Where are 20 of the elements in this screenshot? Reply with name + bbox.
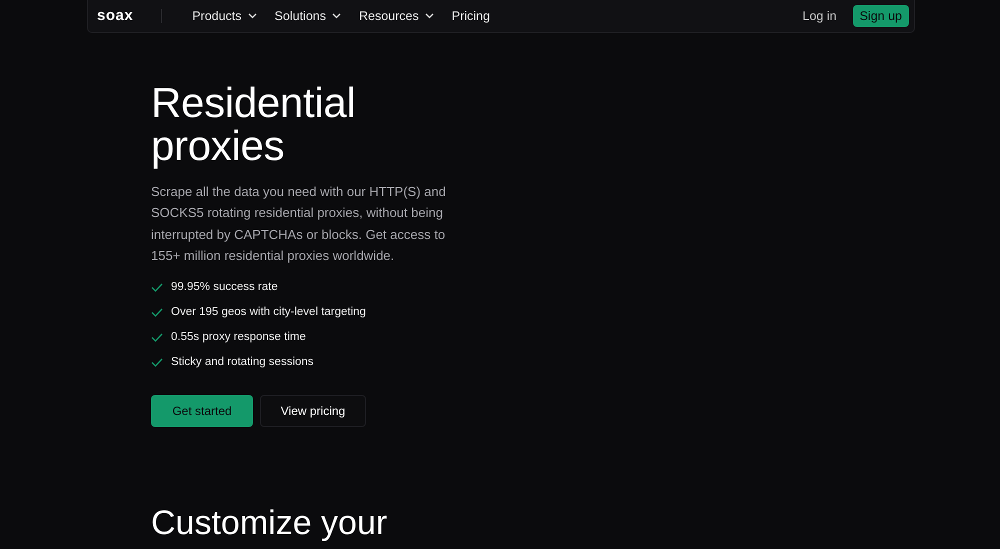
signup-button[interactable]: Sign up — [852, 5, 909, 27]
nav-menu-item[interactable]: Products — [192, 9, 257, 23]
nav-menu-item[interactable]: Solutions — [274, 9, 341, 23]
nav-menu-item[interactable]: Pricing — [452, 9, 490, 23]
nav-menu-item[interactable]: Resources — [358, 9, 434, 23]
logo[interactable]: soax — [97, 9, 162, 23]
hero-title: Residential proxies — [151, 81, 356, 167]
check-icon — [151, 332, 163, 342]
feature-text: 99.95% success rate — [171, 280, 278, 296]
feature-text: Sticky and rotating sessions — [171, 355, 314, 370]
feature-text: Over 195 geos with city-level targeting — [171, 305, 366, 320]
feature-text: 0.55s proxy response time — [171, 330, 306, 346]
check-icon — [151, 358, 163, 367]
check-icon — [151, 308, 163, 317]
view-pricing-button[interactable]: View pricing — [260, 394, 366, 427]
section-title: Customize your — [151, 504, 388, 541]
login-link[interactable]: Log in — [802, 9, 837, 23]
get-started-button[interactable]: Get started — [151, 394, 253, 427]
hero-description: Scrape all the data you need with our HTTP(S) and SOCKS5 rotating residential proxies, without being interrupted by CAPTCHAs or blocks. Get access to 155+ million residential proxies worldwide. — [151, 183, 447, 265]
check-icon — [151, 282, 163, 292]
